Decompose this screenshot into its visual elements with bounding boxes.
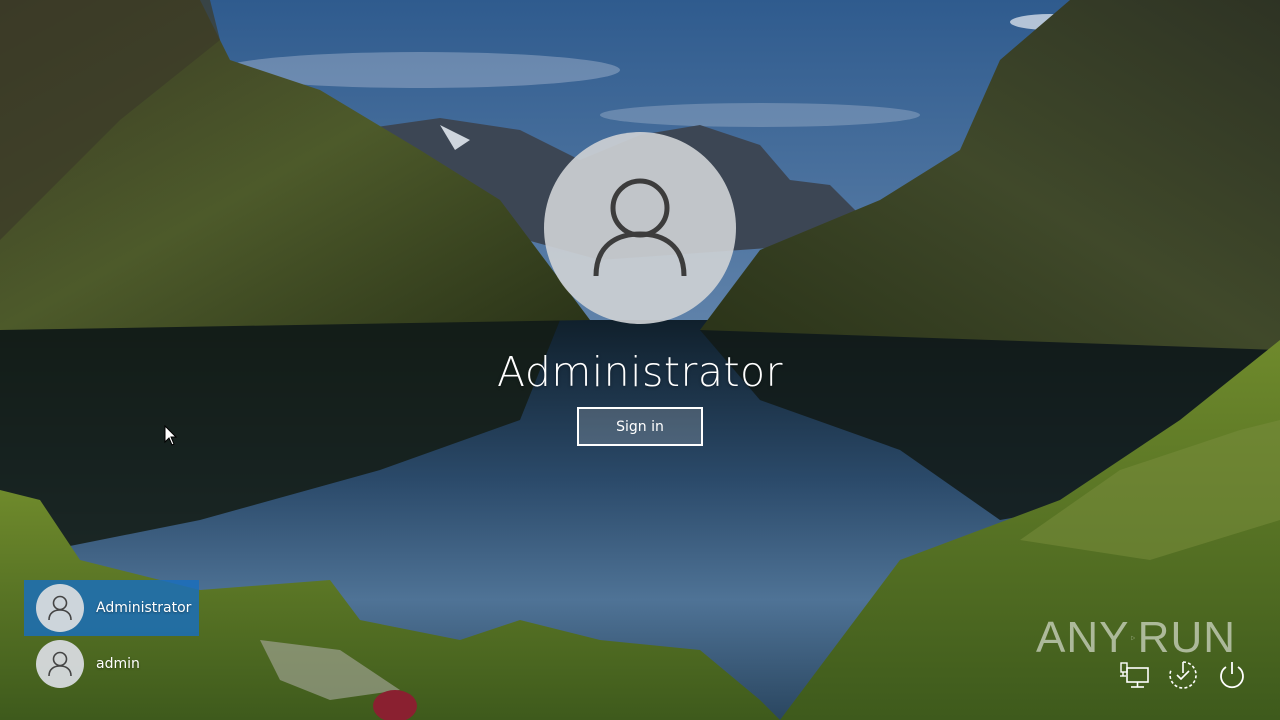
user-avatar xyxy=(544,132,736,324)
network-icon xyxy=(1120,662,1149,688)
lock-screen: Administrator Sign in Administrator admi… xyxy=(0,0,1280,720)
user-tile-administrator[interactable]: Administrator xyxy=(24,580,199,636)
mouse-cursor-icon xyxy=(164,425,178,446)
user-icon xyxy=(48,595,72,621)
power-icon xyxy=(1220,662,1244,689)
user-icon xyxy=(48,651,72,677)
ease-of-access-button[interactable] xyxy=(1165,657,1201,693)
user-tile-admin[interactable]: admin xyxy=(24,636,199,692)
power-button[interactable] xyxy=(1214,657,1250,693)
user-tile-label: admin xyxy=(96,656,140,672)
ease-of-access-icon xyxy=(1169,661,1197,689)
user-icon xyxy=(593,178,687,277)
user-tile-label: Administrator xyxy=(96,600,192,616)
user-tile-avatar xyxy=(36,640,84,688)
watermark-left-text: ANY xyxy=(1036,613,1130,662)
watermark-right-text: RUN xyxy=(1137,613,1236,662)
username-label: Administrator xyxy=(497,348,783,396)
user-tile-avatar xyxy=(36,584,84,632)
sign-in-button[interactable]: Sign in xyxy=(577,407,703,446)
network-button[interactable] xyxy=(1116,657,1152,693)
